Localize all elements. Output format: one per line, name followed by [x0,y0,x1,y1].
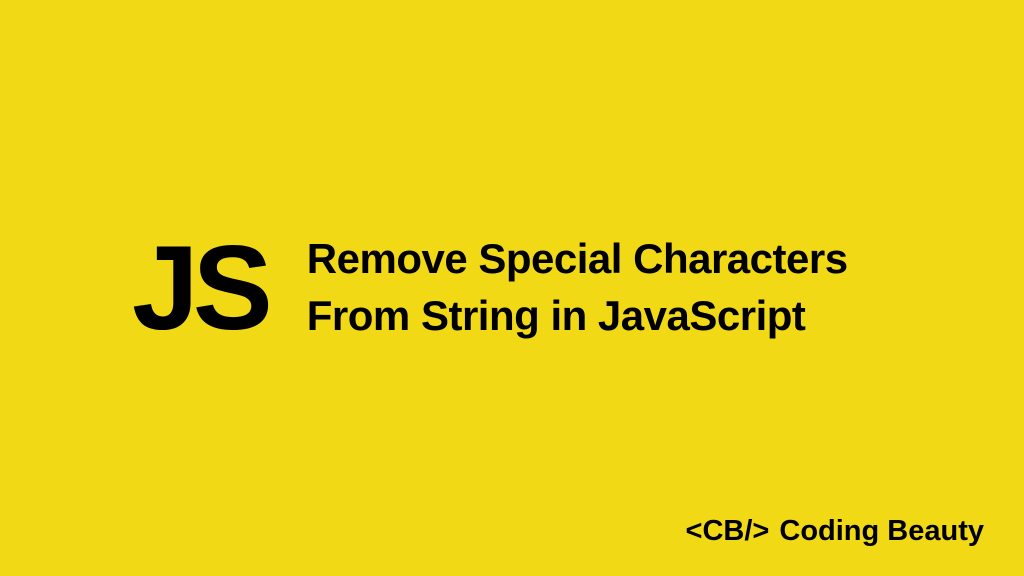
brand-tag: <CB/> [686,515,770,548]
brand-name: Coding Beauty [779,515,984,548]
footer-brand: <CB/> Coding Beauty [686,515,984,548]
content-container: JS Remove Special Characters From String… [132,228,892,348]
page-title: Remove Special Characters From String in… [307,231,892,344]
js-logo: JS [132,228,267,348]
